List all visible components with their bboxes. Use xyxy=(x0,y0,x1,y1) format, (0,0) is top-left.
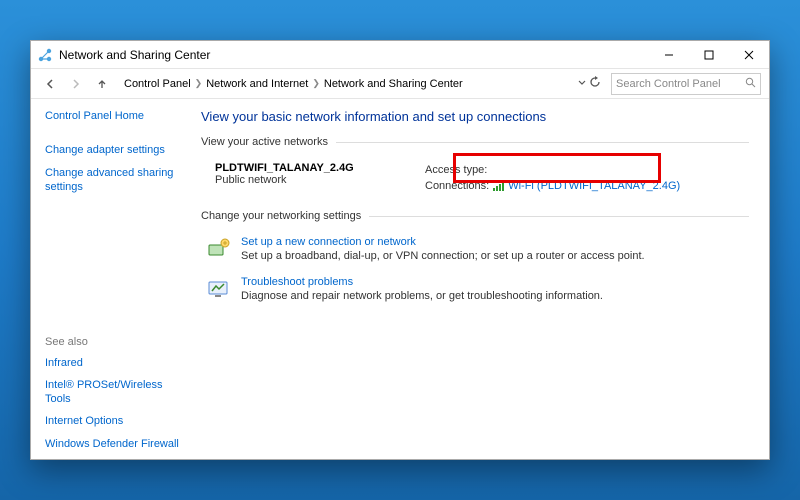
troubleshoot-title: Troubleshoot problems xyxy=(241,276,603,288)
search-icon xyxy=(745,77,756,91)
maximize-button[interactable] xyxy=(689,41,729,69)
setup-connection-desc: Set up a broadband, dial-up, or VPN conn… xyxy=(241,250,645,262)
control-panel-home-link[interactable]: Control Panel Home xyxy=(45,109,183,123)
sidebar-link-adapter[interactable]: Change adapter settings xyxy=(45,143,183,157)
network-category: Public network xyxy=(215,174,425,186)
active-networks-label: View your active networks xyxy=(201,136,328,148)
access-type-label: Access type: xyxy=(425,164,487,176)
network-sharing-icon xyxy=(37,47,53,63)
see-also-heading: See also xyxy=(45,328,183,348)
active-network-row: PLDTWIFI_TALANAY_2.4G Public network Acc… xyxy=(201,158,749,206)
sidebar: Control Panel Home Change adapter settin… xyxy=(31,99,191,459)
close-button[interactable] xyxy=(729,41,769,69)
minimize-button[interactable] xyxy=(649,41,689,69)
network-name: PLDTWIFI_TALANAY_2.4G xyxy=(215,162,425,174)
change-settings-section: Change your networking settings xyxy=(201,210,749,222)
up-button[interactable] xyxy=(91,73,113,95)
window-title: Network and Sharing Center xyxy=(59,48,210,62)
chevron-right-icon: ❯ xyxy=(195,78,203,89)
connections-label: Connections: xyxy=(425,180,489,192)
see-also-intel-proset[interactable]: Intel® PROSet/Wireless Tools xyxy=(45,378,183,407)
search-input[interactable]: Search Control Panel xyxy=(611,73,761,95)
see-also-internet-options[interactable]: Internet Options xyxy=(45,414,183,428)
breadcrumb-item[interactable]: Control Panel xyxy=(124,78,191,90)
divider xyxy=(336,142,749,143)
chevron-right-icon: ❯ xyxy=(312,78,320,89)
troubleshoot-item[interactable]: Troubleshoot problems Diagnose and repai… xyxy=(205,276,749,302)
divider xyxy=(369,216,749,217)
forward-button[interactable] xyxy=(65,73,87,95)
control-panel-window: Network and Sharing Center Control Panel… xyxy=(30,40,770,460)
titlebar: Network and Sharing Center xyxy=(31,41,769,69)
page-heading: View your basic network information and … xyxy=(201,109,749,124)
setup-new-connection-item[interactable]: Set up a new connection or network Set u… xyxy=(205,236,749,262)
search-placeholder: Search Control Panel xyxy=(616,78,745,90)
active-networks-section: View your active networks xyxy=(201,136,749,148)
breadcrumb-item[interactable]: Network and Internet xyxy=(206,78,308,90)
toolbar: Control Panel ❯ Network and Internet ❯ N… xyxy=(31,69,769,99)
setup-connection-title: Set up a new connection or network xyxy=(241,236,645,248)
connection-link[interactable]: Wi-Fi (PLDTWIFI_TALANAY_2.4G) xyxy=(508,180,680,192)
troubleshoot-desc: Diagnose and repair network problems, or… xyxy=(241,290,603,302)
troubleshoot-icon xyxy=(205,276,231,302)
wifi-signal-icon xyxy=(493,181,504,191)
breadcrumb[interactable]: Control Panel ❯ Network and Internet ❯ N… xyxy=(117,73,573,95)
refresh-button[interactable] xyxy=(589,76,601,91)
see-also-defender-firewall[interactable]: Windows Defender Firewall xyxy=(45,437,183,451)
breadcrumb-item[interactable]: Network and Sharing Center xyxy=(324,78,463,90)
change-settings-label: Change your networking settings xyxy=(201,210,361,222)
window-body: Control Panel Home Change adapter settin… xyxy=(31,99,769,459)
see-also-infrared[interactable]: Infrared xyxy=(45,356,183,370)
history-dropdown-icon[interactable] xyxy=(577,77,587,90)
sidebar-link-sharing[interactable]: Change advanced sharing settings xyxy=(45,166,183,195)
main-content: View your basic network information and … xyxy=(191,99,769,459)
setup-connection-icon xyxy=(205,236,231,262)
back-button[interactable] xyxy=(39,73,61,95)
